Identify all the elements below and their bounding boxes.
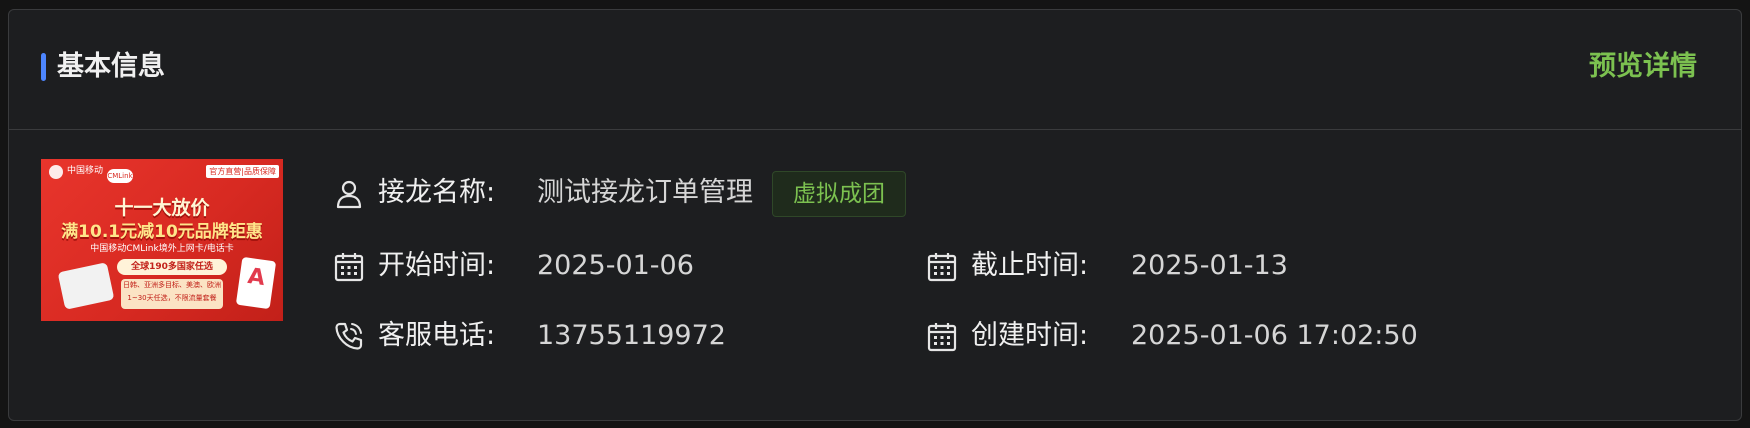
service-phone-value: 13755119972 bbox=[537, 320, 726, 351]
end-time-value: 2025-01-13 bbox=[1131, 250, 1288, 281]
preview-details-link[interactable]: 预览详情 bbox=[1589, 48, 1697, 86]
product-image-carrier: 中国移动 bbox=[67, 166, 104, 176]
name-label: 接龙名称: bbox=[378, 177, 496, 208]
user-icon bbox=[336, 180, 362, 209]
service-phone-label: 客服电话: bbox=[378, 320, 496, 351]
calendar-icon bbox=[927, 323, 957, 352]
status-badge: 虚拟成团 bbox=[772, 171, 906, 217]
end-time-label: 截止时间: bbox=[971, 250, 1089, 281]
card-title: 基本信息 bbox=[57, 51, 165, 82]
product-image-headline1: 十一大放价 bbox=[114, 197, 210, 219]
calendar-icon bbox=[334, 253, 364, 282]
calendar-icon bbox=[927, 253, 957, 282]
start-time-label: 开始时间: bbox=[378, 250, 496, 281]
phone-card-illustration bbox=[235, 256, 277, 310]
product-image-brand: CMLink bbox=[107, 169, 133, 183]
card-header: 基本信息 预览详情 bbox=[9, 10, 1741, 130]
created-time-value: 2025-01-06 17:02:50 bbox=[1131, 320, 1418, 351]
phone-icon bbox=[335, 322, 363, 350]
name-value: 测试接龙订单管理 bbox=[537, 177, 753, 208]
created-time-label: 创建时间: bbox=[971, 320, 1089, 351]
start-time-value: 2025-01-06 bbox=[537, 250, 694, 281]
product-image-subline: 中国移动CMLink境外上网卡/电话卡 bbox=[90, 244, 234, 254]
product-image-pill-detail: 日韩、亚洲多目标、美澳、欧洲 1~30天任选，不限流量套餐 bbox=[121, 279, 223, 309]
sim-card-illustration bbox=[57, 262, 115, 310]
product-image-headline2: 满10.1元减10元品牌钜惠 bbox=[61, 222, 263, 242]
china-mobile-logo-icon bbox=[49, 165, 63, 179]
product-image: 中国移动 CMLink 官方直营|品质保障 十一大放价 满10.1元减10元品牌… bbox=[41, 159, 283, 321]
product-image-pill: 全球190多国家任选 bbox=[117, 259, 227, 275]
title-accent-bar bbox=[41, 53, 46, 81]
product-image-official-badge: 官方直营|品质保障 bbox=[206, 165, 279, 178]
